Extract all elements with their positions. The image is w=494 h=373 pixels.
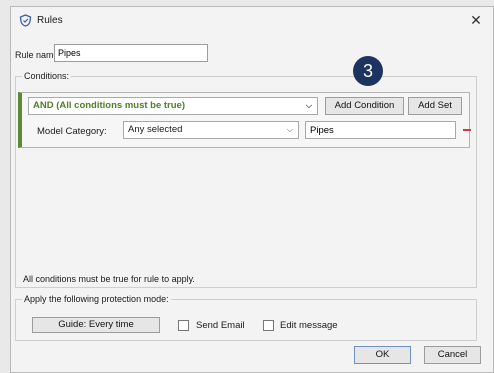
- rule-name-input[interactable]: [54, 44, 208, 62]
- title-bar: Rules ✕: [11, 7, 493, 35]
- protection-group: Apply the following protection mode: Gui…: [15, 294, 477, 341]
- send-email-checkbox[interactable]: [178, 320, 189, 331]
- cancel-button[interactable]: Cancel: [424, 346, 481, 364]
- condition-operator-select[interactable]: Any selected ⌵: [123, 121, 299, 139]
- protection-label: Apply the following protection mode:: [22, 294, 171, 304]
- condition-field-label: Model Category:: [37, 126, 107, 137]
- add-condition-button[interactable]: Add Condition: [325, 97, 404, 115]
- ok-button[interactable]: OK: [354, 346, 411, 364]
- set-mode-value: AND (All conditions must be true): [33, 100, 185, 111]
- condition-operator-value: Any selected: [128, 124, 183, 135]
- edit-message-label: Edit message: [280, 320, 338, 331]
- condition-value-input[interactable]: [305, 121, 456, 139]
- chevron-down-icon: ⌵: [286, 125, 293, 134]
- rules-app-icon: [19, 14, 32, 27]
- conditions-info-text: All conditions must be true for rule to …: [23, 274, 195, 284]
- rules-dialog: Rules ✕ Rule name: Conditions: AND (All …: [10, 6, 494, 373]
- window-title: Rules: [37, 15, 63, 26]
- conditions-label: Conditions:: [22, 71, 72, 81]
- close-icon[interactable]: ✕: [467, 11, 485, 29]
- send-email-label: Send Email: [196, 320, 245, 331]
- set-mode-select[interactable]: AND (All conditions must be true) ⌵: [28, 97, 318, 115]
- add-set-button[interactable]: Add Set: [408, 97, 462, 115]
- protection-mode-button[interactable]: Guide: Every time: [32, 317, 160, 333]
- step-badge: 3: [353, 56, 383, 86]
- remove-icon[interactable]: [463, 129, 471, 131]
- condition-set: AND (All conditions must be true) ⌵ Add …: [18, 92, 471, 148]
- edit-message-checkbox[interactable]: [263, 320, 274, 331]
- chevron-down-icon: ⌵: [305, 101, 312, 110]
